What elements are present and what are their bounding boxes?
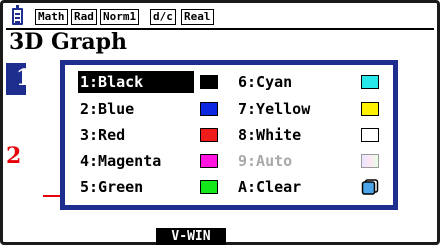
color-option-yellow[interactable]: 7:Yellow (238, 98, 310, 120)
color-option-red[interactable]: 3:Red (80, 124, 125, 146)
blue-swatch-icon (200, 102, 218, 116)
color-option-label: 4:Magenta (80, 152, 162, 170)
color-option-green[interactable]: 5:Green (80, 176, 143, 198)
status-bar: Math Rad Norm1 d/c Real (6, 5, 434, 30)
color-select-dialog: 1:Black 2:Blue 3:Red 4:Magenta 5:Green 6… (60, 60, 398, 210)
fkey-v-win[interactable]: V-WIN (156, 228, 226, 245)
color-option-label: A:Clear (238, 178, 302, 196)
color-option-label: 6:Cyan (238, 73, 293, 91)
green-swatch-icon (200, 180, 218, 194)
color-option-label: 9:Auto (238, 152, 293, 170)
status-badge-complex: Real (181, 9, 214, 25)
color-option-label: 1:Black (80, 73, 144, 91)
color-option-label: 7:Yellow (238, 100, 311, 118)
color-option-clear[interactable]: A:Clear (238, 176, 301, 198)
cyan-swatch-icon (361, 75, 379, 89)
red-swatch-icon (200, 128, 218, 142)
color-option-blue[interactable]: 2:Blue (80, 98, 134, 120)
equation-row-1-highlight: 1 (6, 63, 31, 95)
battery-icon (12, 5, 23, 25)
color-select-list: 1:Black 2:Blue 3:Red 4:Magenta 5:Green 6… (65, 65, 393, 205)
status-badge-math: Math (35, 9, 68, 25)
clear-icon (361, 179, 379, 195)
calculator-screen: Math Rad Norm1 d/c Real 3D Graph 1 ( 2 V… (0, 0, 440, 245)
color-option-label: 5:Green (80, 178, 144, 196)
equation-row-1-paren: ( (43, 91, 54, 112)
color-option-black[interactable]: 1:Black (78, 71, 194, 93)
yellow-swatch-icon (361, 102, 379, 116)
color-option-white[interactable]: 8:White (238, 124, 301, 146)
status-badge-fraction: d/c (150, 9, 176, 25)
color-option-auto: 9:Auto (238, 150, 292, 172)
color-option-label: 8:White (238, 126, 302, 144)
page-title: 3D Graph (9, 29, 128, 55)
color-option-label: 2:Blue (80, 100, 135, 118)
magenta-swatch-icon (200, 154, 218, 168)
equation-row-1-label: 1 (16, 65, 32, 91)
auto-swatch-icon (361, 154, 379, 168)
equation-row-2-label: 2 (6, 143, 22, 169)
white-swatch-icon (361, 128, 379, 142)
status-badge-angle: Rad (71, 9, 97, 25)
color-option-label: 3:Red (80, 126, 126, 144)
color-option-magenta[interactable]: 4:Magenta (80, 150, 161, 172)
status-badge-display: Norm1 (100, 9, 140, 25)
black-swatch-icon (200, 75, 218, 89)
color-option-cyan[interactable]: 6:Cyan (238, 71, 292, 93)
